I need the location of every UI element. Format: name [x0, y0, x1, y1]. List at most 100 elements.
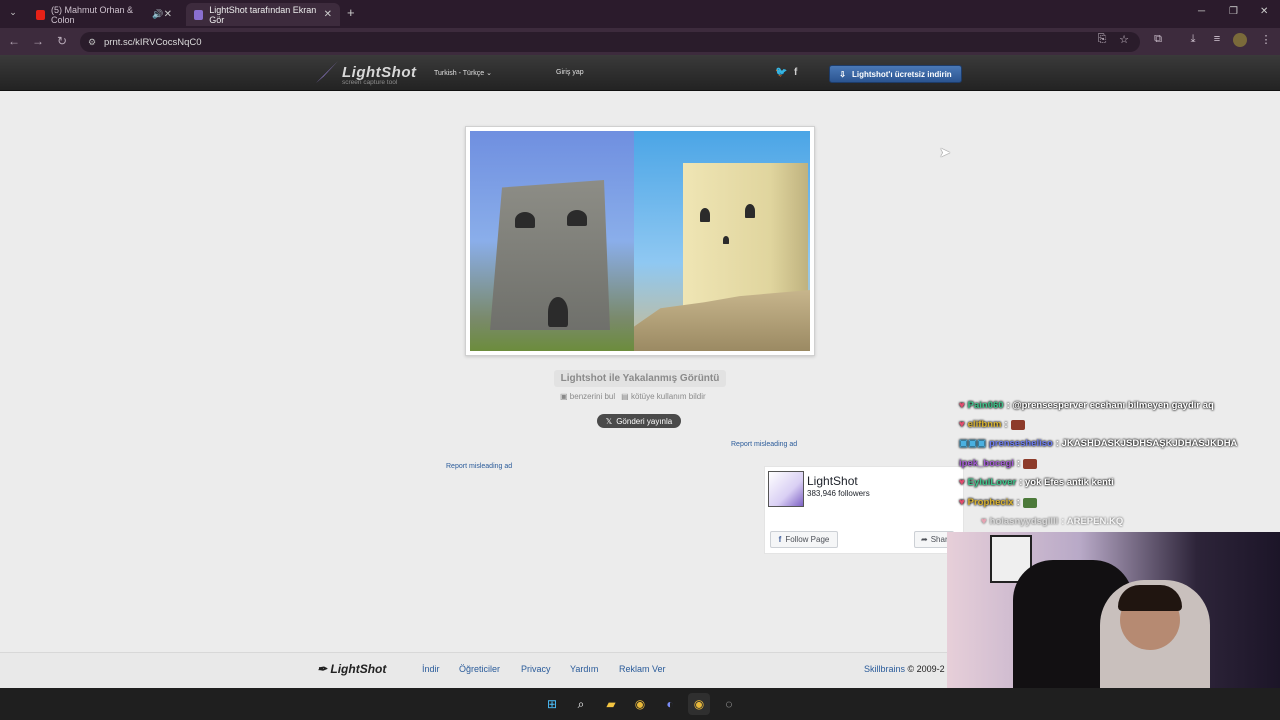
discord-icon[interactable]: ◐	[659, 693, 681, 715]
chat-text: :	[1004, 419, 1008, 430]
windows-start-icon[interactable]: ⊞	[541, 693, 563, 715]
file-explorer-icon[interactable]: ▰	[600, 693, 622, 715]
follow-page-button[interactable]: f Follow Page	[770, 531, 838, 548]
search-icon[interactable]: ⌕	[570, 693, 592, 715]
lightshot-logo[interactable]: LightShot screen capture tool	[316, 61, 417, 86]
tab-lightshot[interactable]: LightShot tarafından Ekran Gör ✕	[186, 3, 340, 26]
logo-title: LightShot	[342, 63, 417, 81]
chat-emote	[1022, 497, 1037, 508]
facebook-page-thumbnail[interactable]	[768, 471, 804, 507]
heart-badge-icon: ♥	[959, 477, 965, 488]
restore-icon[interactable]: ❐	[1229, 6, 1238, 17]
report-abuse-link[interactable]: ▤ kötüye kullanım bildir	[621, 392, 706, 401]
copyright-text: © 2009-2	[907, 664, 945, 674]
mouse-cursor-icon: ➤	[939, 144, 951, 160]
chat-message: ♥ Pain060: @prensesperver ecehanı bilmeye…	[959, 400, 1214, 411]
footer-link-help[interactable]: Yardım	[570, 664, 598, 674]
chat-text: : AREPEN.KQ	[1061, 516, 1124, 527]
tower-door	[548, 297, 568, 327]
find-similar-label: benzerini bul	[569, 392, 616, 401]
footer-link-download[interactable]: İndir	[422, 664, 440, 674]
report-ad-link[interactable]: Report misleading ad	[731, 441, 797, 448]
downloads-icon[interactable]: ⤓	[1185, 33, 1201, 46]
twitter-icon[interactable]: 🐦	[775, 67, 787, 78]
tower-window	[567, 210, 587, 226]
skillbrains-link[interactable]: Skillbrains	[864, 664, 905, 674]
camera-icon: ▣	[560, 392, 568, 401]
footer-link-privacy[interactable]: Privacy	[521, 664, 551, 674]
menu-kebab-icon[interactable]: ⋮	[1258, 33, 1274, 46]
facebook-page-title[interactable]: LightShot	[807, 474, 858, 488]
download-button[interactable]: ⇩ Lightshot'ı ücretsiz indirin	[829, 65, 962, 83]
chat-message: ♥ elifbnm:	[959, 419, 1025, 430]
chat-text: : yok Efes antik kenti	[1019, 477, 1114, 488]
chat-text: : @prensesperver ecehanı bilmeyen gaydir…	[1006, 400, 1214, 411]
chat-username: prensesheliso	[988, 438, 1053, 449]
footer-link-tutorials[interactable]: Öğreticiler	[459, 664, 500, 674]
download-label: Lightshot'ı ücretsiz indirin	[852, 69, 952, 79]
address-toolbar: ← → ↻ ⚙ prnt.sc/kIRVCocsNqC0	[0, 28, 1280, 55]
profile-avatar[interactable]	[1233, 33, 1247, 47]
chrome-active-icon[interactable]: ◉	[688, 693, 710, 715]
url-text: prnt.sc/kIRVCocsNqC0	[104, 36, 202, 48]
site-info-icon[interactable]: ⚙	[88, 37, 96, 48]
tab-label: LightShot tarafından Ekran Gör	[209, 4, 317, 25]
report-ad-link[interactable]: Report misleading ad	[446, 463, 512, 470]
close-tab-icon[interactable]: ✕	[164, 9, 172, 20]
post-label: Gönderi yayınla	[616, 416, 673, 426]
recording-app-icon[interactable]: ◌	[718, 693, 740, 715]
share-icon: ➦	[921, 535, 928, 544]
share-label: Shar	[930, 535, 948, 544]
install-app-icon[interactable]: ⎘	[1094, 33, 1110, 46]
footer-logo[interactable]: ✒ LightShot	[317, 662, 386, 676]
chat-emote	[1010, 419, 1025, 430]
minimize-icon[interactable]: ─	[1198, 6, 1205, 17]
speaker-icon[interactable]: 🔊	[152, 9, 163, 20]
lightshot-feather-icon	[194, 9, 204, 20]
trash-icon: ▤	[621, 392, 629, 401]
chat-message: ipek_bocegi:	[959, 458, 1038, 469]
reload-icon[interactable]: ↻	[50, 34, 74, 48]
image-actions: ▣ benzerini bul ▤ kötüye kullanım bildir	[560, 392, 706, 401]
chevron-down-icon: ⌄	[486, 70, 493, 77]
post-to-x-button[interactable]: 𝕏 Gönderi yayınla	[597, 414, 681, 428]
tab-label: (5) Mahmut Orhan & Colon	[51, 4, 134, 25]
language-select[interactable]: Turkish - Türkçe ⌄	[434, 69, 492, 77]
url-bar[interactable]: ⚙ prnt.sc/kIRVCocsNqC0	[80, 32, 1140, 52]
extensions-icon[interactable]: ⧉	[1150, 33, 1166, 46]
follow-label: Follow Page	[785, 535, 830, 544]
tower-window	[745, 204, 755, 218]
tab-youtube[interactable]: (5) Mahmut Orhan & Colon 🔊 ✕	[28, 3, 180, 26]
stream-chat-overlay: ♥ Pain060: @prensesperver ecehanı bilmeye…	[955, 396, 1280, 531]
language-label: Turkish - Türkçe	[434, 70, 485, 77]
facebook-icon: f	[778, 535, 782, 544]
download-icon: ⇩	[839, 69, 846, 79]
chat-username: holasnyydsgllll	[989, 516, 1059, 527]
tab-search-chevron-icon[interactable]: ⌄	[6, 7, 20, 21]
facebook-icon[interactable]: f	[794, 67, 797, 78]
bookmark-star-icon[interactable]: ☆	[1116, 33, 1132, 46]
find-similar-link[interactable]: ▣ benzerini bul	[560, 392, 615, 401]
chat-username: ipek_bocegi	[959, 458, 1014, 469]
forward-icon[interactable]: →	[26, 34, 50, 48]
streamer-hair	[1118, 585, 1182, 611]
image-caption: Lightshot ile Yakalanmış Görüntü	[554, 370, 726, 387]
chrome-icon[interactable]: ◉	[629, 693, 651, 715]
close-tab-icon[interactable]: ✕	[324, 9, 332, 20]
lightshot-header	[0, 55, 1280, 91]
close-window-icon[interactable]: ✕	[1260, 6, 1268, 17]
back-icon[interactable]: ←	[2, 34, 26, 48]
feather-logo-icon	[316, 61, 338, 83]
tower-window	[723, 236, 729, 244]
footer-copyright: Skillbrains © 2009-2	[864, 664, 945, 674]
tower-window	[515, 212, 535, 228]
chat-message: ♥ holasnyydsgllll: AREPEN.KQ	[981, 516, 1123, 527]
login-link[interactable]: Giriş yap	[556, 69, 584, 76]
media-control-icon[interactable]: ≡	[1209, 33, 1225, 45]
chat-username: EylulLover	[967, 477, 1017, 488]
heart-badge-icon: ♥	[959, 419, 965, 430]
new-tab-button[interactable]: +	[347, 5, 355, 20]
browser-tab-strip: ⌄ (5) Mahmut Orhan & Colon 🔊 ✕ LightShot…	[0, 0, 1280, 28]
footer-link-advertise[interactable]: Reklam Ver	[619, 664, 666, 674]
footer-logo-text: LightShot	[330, 662, 387, 676]
